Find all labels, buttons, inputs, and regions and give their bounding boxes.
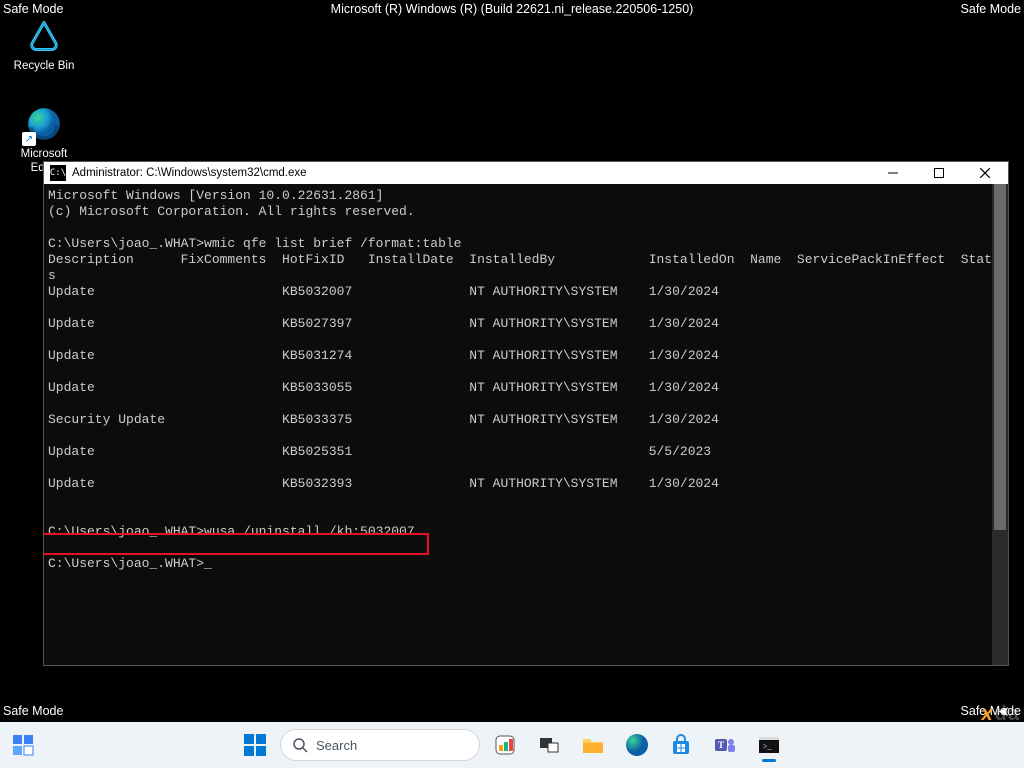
- widgets-button[interactable]: [0, 722, 46, 768]
- safe-mode-label-bl: Safe Mode: [3, 704, 63, 718]
- terminal-output[interactable]: Microsoft Windows [Version 10.0.22631.28…: [44, 184, 1008, 665]
- window-title: Administrator: C:\Windows\system32\cmd.e…: [72, 167, 307, 179]
- search-placeholder: Search: [316, 738, 357, 753]
- taskbar-app-1[interactable]: [486, 726, 524, 764]
- build-info: Microsoft (R) Windows (R) (Build 22621.n…: [331, 2, 694, 16]
- edge-taskbar-button[interactable]: [618, 726, 656, 764]
- svg-text:>_: >_: [763, 742, 773, 751]
- teams-button[interactable]: T: [706, 726, 744, 764]
- terminal-scrollbar[interactable]: [992, 184, 1008, 665]
- shortcut-arrow-icon: ↗: [22, 132, 36, 146]
- taskbar-search[interactable]: Search: [280, 729, 480, 761]
- command-highlight: [44, 533, 429, 555]
- cmd-taskbar-button[interactable]: >_: [750, 726, 788, 764]
- recycle-bin-label: Recycle Bin: [8, 60, 80, 74]
- titlebar[interactable]: C:\ Administrator: C:\Windows\system32\c…: [44, 162, 1008, 184]
- recycle-bin-glyph: [24, 16, 64, 56]
- maximize-button[interactable]: [916, 162, 962, 184]
- start-button[interactable]: [236, 726, 274, 764]
- safe-mode-label-tr: Safe Mode: [961, 2, 1021, 16]
- safe-mode-label-tl: Safe Mode: [3, 2, 63, 16]
- cmd-window: C:\ Administrator: C:\Windows\system32\c…: [43, 161, 1009, 666]
- recycle-bin-icon[interactable]: Recycle Bin: [8, 16, 80, 74]
- mouse-pointer-icon: ➤: [998, 703, 1010, 720]
- taskbar: Search T >_: [0, 722, 1024, 768]
- store-button[interactable]: [662, 726, 700, 764]
- edge-glyph: ↗: [24, 104, 64, 144]
- search-icon: [293, 738, 308, 753]
- file-explorer-button[interactable]: [574, 726, 612, 764]
- svg-text:T: T: [718, 740, 724, 750]
- minimize-button[interactable]: [870, 162, 916, 184]
- task-view-button[interactable]: [530, 726, 568, 764]
- close-button[interactable]: [962, 162, 1008, 184]
- cmd-title-icon: C:\: [50, 165, 66, 181]
